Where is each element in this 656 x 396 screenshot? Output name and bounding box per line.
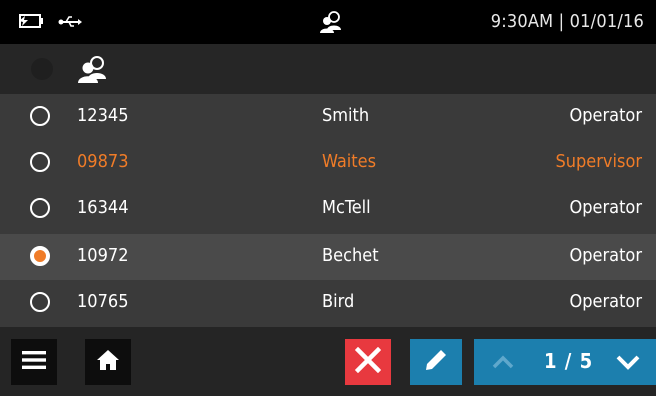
user-role: Operator <box>569 245 642 266</box>
user-role: Supervisor <box>555 151 642 172</box>
select-all-radio[interactable] <box>31 58 53 80</box>
row-radio[interactable] <box>30 106 50 126</box>
user-name: Bird <box>322 291 355 312</box>
status-icons <box>16 14 82 32</box>
list-header <box>0 44 656 94</box>
delete-button[interactable] <box>345 339 391 385</box>
pagination: 1 / 5 <box>474 339 656 385</box>
users-group-icon <box>318 10 344 34</box>
edit-pencil-icon <box>423 347 449 377</box>
row-radio[interactable] <box>30 246 50 266</box>
list-item[interactable]: 10972 Bechet Operator <box>0 234 656 280</box>
user-name: Bechet <box>322 245 379 266</box>
menu-button[interactable] <box>11 339 57 385</box>
user-role: Operator <box>569 197 642 218</box>
edit-button[interactable] <box>410 339 462 385</box>
usb-icon <box>58 14 82 33</box>
user-name: Waites <box>322 151 377 172</box>
home-button[interactable] <box>85 339 131 385</box>
user-id: 10765 <box>77 291 129 312</box>
status-bar: 9:30AM | 01/01/16 <box>0 0 656 44</box>
row-radio[interactable] <box>30 152 50 172</box>
close-icon <box>354 346 382 377</box>
user-id: 10972 <box>77 245 129 266</box>
list-item[interactable]: 09873 Waites Supervisor <box>0 140 656 186</box>
users-group-icon <box>76 54 110 84</box>
user-name: Smith <box>322 105 370 126</box>
user-id: 12345 <box>77 105 129 126</box>
list-item[interactable]: 16344 McTell Operator <box>0 186 656 232</box>
home-icon <box>96 349 120 375</box>
user-id: 09873 <box>77 151 129 172</box>
user-role: Operator <box>569 105 642 126</box>
page-indicator: 1 / 5 <box>544 349 594 373</box>
battery-charging-icon <box>16 13 46 33</box>
menu-icon <box>21 349 47 375</box>
user-role: Operator <box>569 291 642 312</box>
list-item[interactable]: 12345 Smith Operator <box>0 94 656 140</box>
status-datetime: 9:30AM | 01/01/16 <box>490 11 644 32</box>
bottom-toolbar: 1 / 5 <box>0 327 656 396</box>
user-name: McTell <box>322 197 371 218</box>
chevron-down-icon[interactable] <box>614 350 642 374</box>
user-id: 16344 <box>77 197 129 218</box>
row-radio[interactable] <box>30 198 50 218</box>
user-list: 12345 Smith Operator 09873 Waites Superv… <box>0 94 656 327</box>
row-radio[interactable] <box>30 292 50 312</box>
list-item[interactable]: 10765 Bird Operator <box>0 280 656 326</box>
chevron-up-icon[interactable] <box>490 350 516 374</box>
